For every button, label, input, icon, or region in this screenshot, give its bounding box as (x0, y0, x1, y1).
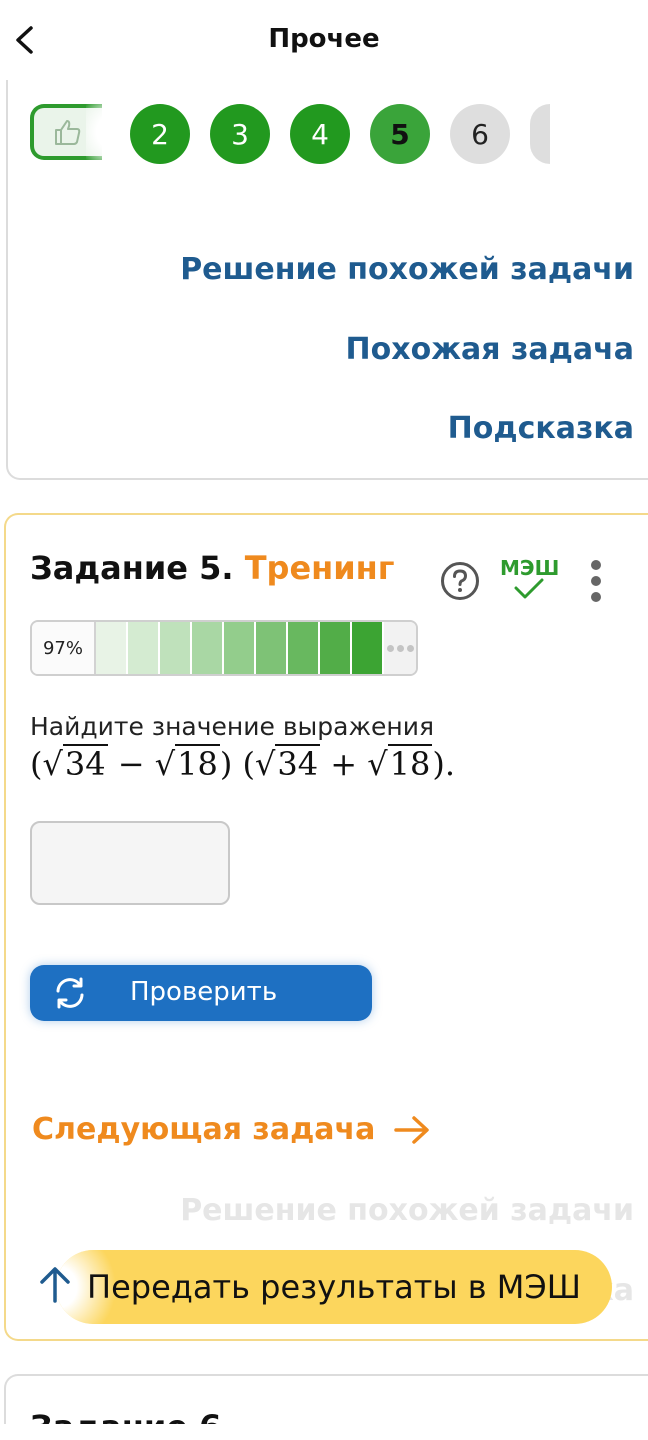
more-options-icon[interactable] (584, 558, 608, 604)
similar-solution-link-faded[interactable]: Решение похожей задачи (180, 1193, 634, 1228)
progress-segment (224, 622, 256, 674)
progress-bar: 97% (30, 620, 418, 676)
radical-sign: √ (42, 745, 63, 783)
radical-sign: √ (255, 745, 276, 783)
top-bar: Прочее (0, 0, 648, 84)
paren-close-1: ) (219, 745, 233, 783)
sqrt-34-a: √34 (42, 744, 108, 783)
plus-sign: + (320, 745, 368, 783)
next-task-label: Следующая задача (32, 1112, 376, 1147)
progress-percent: 97% (32, 622, 96, 674)
mesh-label: МЭШ (500, 556, 560, 580)
like-bubble-fade (86, 104, 110, 160)
radicand-c: 34 (275, 744, 321, 783)
refresh-icon (56, 977, 84, 1009)
check-button-label: Проверить (130, 977, 278, 1007)
progress-segment (96, 622, 128, 674)
send-results-button[interactable]: Передать результаты в МЭШ (56, 1250, 612, 1324)
progress-segment (352, 622, 384, 674)
similar-solution-link[interactable]: Решение похожей задачи (180, 252, 634, 287)
thumbs-up-icon (55, 120, 81, 145)
task-bubble-6[interactable]: 6 (450, 104, 510, 164)
task-bubble-2[interactable]: 2 (130, 104, 190, 164)
task-mode: Тренинг (244, 549, 395, 587)
hint-link[interactable]: Подсказка (448, 411, 634, 446)
progress-segment (320, 622, 352, 674)
sqrt-18-d: √18 (367, 744, 433, 783)
minus-sign: − (107, 745, 155, 783)
scroll-up-button[interactable] (22, 1252, 88, 1318)
progress-segment (288, 622, 320, 674)
mesh-badge: МЭШ (500, 556, 560, 604)
paren-close-2: ). (432, 745, 456, 783)
progress-segment (256, 622, 288, 674)
radicand-d: 18 (387, 744, 433, 783)
task-number: Задание 5. (30, 549, 234, 587)
radicand-b: 18 (175, 744, 220, 783)
page-title: Прочее (268, 24, 380, 54)
help-icon[interactable] (440, 561, 480, 601)
progress-segment (128, 622, 160, 674)
progress-segment (160, 622, 192, 674)
arrow-up-icon (40, 1267, 70, 1303)
sqrt-18-b: √18 (155, 744, 220, 783)
question-text: Найдите значение выражения (30, 712, 435, 741)
arrow-right-icon (394, 1115, 430, 1144)
check-mark-icon (514, 578, 544, 599)
viewport-bottom (0, 1424, 648, 1440)
radical-sign: √ (154, 745, 176, 783)
next-task-link[interactable]: Следующая задача (32, 1112, 431, 1147)
math-formula: (√34 − √18) (√34 + √18). (30, 744, 455, 783)
send-results-label: Передать результаты в МЭШ (87, 1268, 581, 1306)
check-button[interactable]: Проверить (30, 965, 372, 1021)
task-bubble-next-partial[interactable] (530, 104, 550, 164)
task-bubble-4[interactable]: 4 (290, 104, 350, 164)
progress-segments (96, 622, 384, 674)
task-bubble-3[interactable]: 3 (210, 104, 270, 164)
progress-more-icon (384, 622, 416, 674)
radicand-a: 34 (62, 744, 108, 783)
answer-input[interactable] (30, 821, 230, 905)
progress-segment (192, 622, 224, 674)
similar-task-link[interactable]: Похожая задача (346, 332, 634, 367)
paren-open-2: ( (232, 745, 255, 783)
radical-sign: √ (367, 745, 388, 783)
sqrt-34-c: √34 (255, 744, 321, 783)
task-navigation: 2 3 4 5 6 (30, 104, 590, 168)
paren-open-1: ( (30, 745, 43, 783)
task-bubble-5[interactable]: 5 (370, 104, 430, 164)
task-title: Задание 5. Тренинг (30, 549, 395, 587)
